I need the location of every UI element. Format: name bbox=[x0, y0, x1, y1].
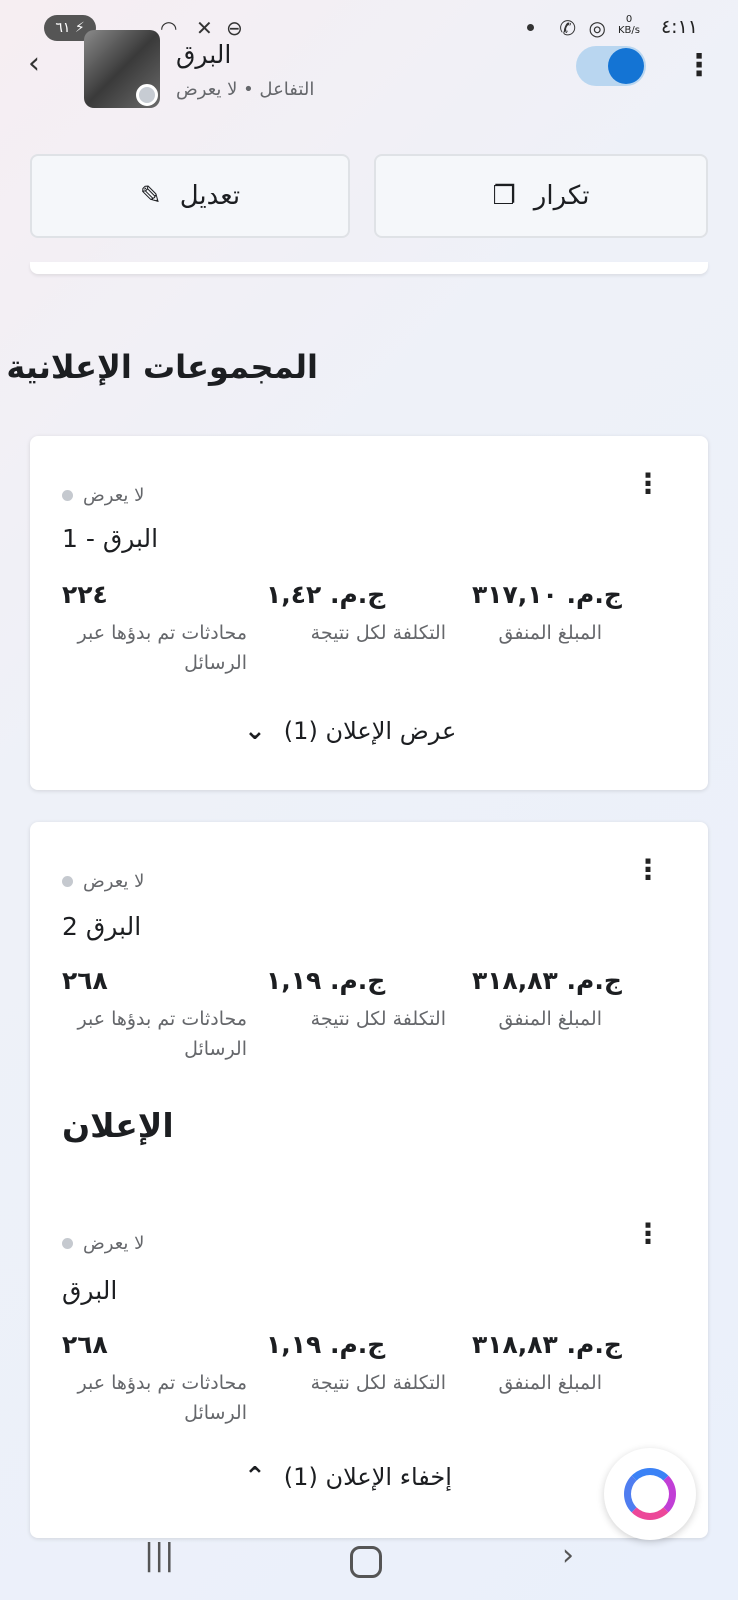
ad-set-status: لا يعرض bbox=[62, 482, 144, 508]
conversations-label: محادثات تم بدؤها عبر الرسائل bbox=[77, 622, 247, 674]
copy-icon: ❐ bbox=[492, 181, 516, 211]
ad-menu-icon[interactable]: ⋮ bbox=[634, 1214, 662, 1254]
cost-value: ج.م. ١,١٩ bbox=[266, 1330, 386, 1359]
pencil-icon: ✎ bbox=[139, 181, 162, 211]
conversations-value: ٢٢٤ bbox=[62, 580, 108, 609]
back-nav-icon[interactable]: › bbox=[562, 1538, 574, 1573]
collapsed-panel-edge bbox=[30, 262, 708, 274]
ad-set-name: البرق - 1 bbox=[62, 524, 159, 553]
cost-label: التكلفة لكل نتيجة bbox=[310, 1372, 446, 1394]
messenger-icon: ◎ bbox=[588, 16, 606, 40]
spent-value: ج.م. ٣١٧,١٠ bbox=[472, 580, 622, 609]
spent-value: ج.م. ٣١٨,٨٣ bbox=[472, 1330, 622, 1359]
section-title: المجموعات الإعلانية bbox=[6, 348, 318, 386]
ad-set-card[interactable]: ⋮ لا يعرض البرق 2 ج.م. ٣١٨,٨٣ المبلغ الم… bbox=[30, 822, 708, 1538]
whatsapp-icon: ✆ bbox=[559, 16, 576, 40]
conversations-value: ٢٦٨ bbox=[62, 966, 108, 995]
network-speed: 0 KB/s bbox=[618, 14, 640, 36]
conversations-label: محادثات تم بدؤها عبر الرسائل bbox=[77, 1372, 247, 1424]
ads-heading: الإعلان bbox=[62, 1106, 174, 1145]
ad-set-status: لا يعرض bbox=[62, 868, 144, 894]
ad-name: البرق bbox=[62, 1276, 118, 1305]
ad-set-menu-icon[interactable]: ⋮ bbox=[634, 464, 662, 504]
duplicate-label: تكرار bbox=[533, 181, 590, 211]
cost-value: ج.م. ١,٤٢ bbox=[266, 580, 386, 609]
edit-label: تعديل bbox=[179, 181, 241, 211]
network-speed-unit: KB/s bbox=[618, 25, 640, 36]
show-ads-label: عرض الإعلان (1) bbox=[283, 717, 457, 745]
edit-button[interactable]: تعديل ✎ bbox=[30, 154, 350, 238]
conversations-label: محادثات تم بدؤها عبر الرسائل bbox=[77, 1008, 247, 1060]
network-speed-value: 0 bbox=[625, 14, 633, 25]
campaign-toggle[interactable] bbox=[576, 46, 646, 86]
campaign-subtitle: التفاعل • لا يعرض bbox=[176, 79, 315, 100]
status-label: لا يعرض bbox=[83, 484, 145, 506]
spent-label: المبلغ المنفق bbox=[498, 622, 602, 644]
status-dot-icon bbox=[62, 489, 73, 501]
status-dot-icon bbox=[62, 1237, 73, 1249]
mute-icon: ✕ bbox=[196, 16, 213, 40]
ad-status: لا يعرض bbox=[62, 1230, 144, 1256]
assistant-button[interactable] bbox=[604, 1448, 696, 1540]
campaign-title: البرق bbox=[176, 40, 232, 69]
spent-label: المبلغ المنفق bbox=[498, 1372, 602, 1394]
status-dot-icon bbox=[62, 875, 73, 887]
dnd-icon: ⊖ bbox=[226, 16, 243, 40]
ad-set-menu-icon[interactable]: ⋮ bbox=[634, 850, 662, 890]
cost-value: ج.م. ١,١٩ bbox=[266, 966, 386, 995]
conversations-value: ٢٦٨ bbox=[62, 1330, 108, 1359]
status-time: ٤:١١ bbox=[660, 16, 698, 38]
battery-level: ٦١ bbox=[55, 20, 71, 36]
duplicate-button[interactable]: تكرار ❐ bbox=[374, 154, 708, 238]
spent-label: المبلغ المنفق bbox=[498, 1008, 602, 1030]
status-label: لا يعرض bbox=[83, 1232, 145, 1254]
cost-label: التكلفة لكل نتيجة bbox=[310, 622, 446, 644]
chevron-up-icon: ⌃ bbox=[244, 1462, 266, 1492]
cost-label: التكلفة لكل نتيجة bbox=[310, 1008, 446, 1030]
home-icon[interactable] bbox=[350, 1546, 382, 1578]
toggle-knob bbox=[608, 48, 644, 84]
wifi-icon: ◠ bbox=[160, 16, 178, 40]
status-indicator bbox=[136, 84, 158, 106]
ad-set-name: البرق 2 bbox=[62, 912, 142, 941]
hide-ads-label: إخفاء الإعلان (1) bbox=[283, 1463, 452, 1491]
more-options-icon[interactable]: ⋮ bbox=[684, 46, 714, 86]
recent-apps-icon[interactable]: ||| bbox=[144, 1538, 174, 1573]
spent-value: ج.م. ٣١٨,٨٣ bbox=[472, 966, 622, 995]
notification-dot-icon bbox=[527, 24, 534, 31]
chevron-down-icon: ⌄ bbox=[244, 716, 266, 746]
hide-ads-toggle[interactable]: إخفاء الإعلان (1) ⌃ bbox=[244, 1462, 452, 1492]
assistant-ring-icon bbox=[624, 1468, 676, 1520]
ad-set-card[interactable]: ⋮ لا يعرض البرق - 1 ج.م. ٣١٧,١٠ المبلغ ا… bbox=[30, 436, 708, 790]
status-label: لا يعرض bbox=[83, 870, 145, 892]
back-button[interactable]: ‹ bbox=[28, 44, 56, 84]
show-ads-toggle[interactable]: عرض الإعلان (1) ⌄ bbox=[244, 716, 456, 746]
